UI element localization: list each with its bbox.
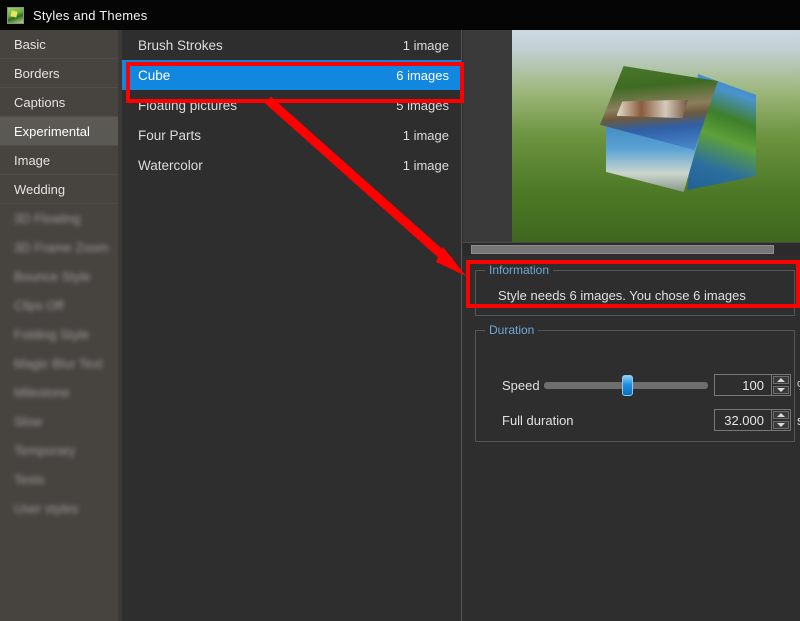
window-title: Styles and Themes xyxy=(33,7,148,23)
chevron-up-icon xyxy=(777,413,785,417)
style-list-row[interactable]: Floating pictures 5 images xyxy=(122,90,461,120)
sidebar-item-label: Borders xyxy=(14,65,60,81)
style-image-count: 1 image xyxy=(402,127,449,143)
preview-cube-graphic xyxy=(598,64,758,194)
full-duration-decrement-button[interactable] xyxy=(773,421,789,429)
style-name: Four Parts xyxy=(138,127,202,143)
chevron-down-icon xyxy=(777,423,785,427)
sidebar-item-label: Bounce Style xyxy=(14,268,91,284)
style-list-row[interactable]: Brush Strokes 1 image xyxy=(122,30,461,60)
titlebar: Styles and Themes xyxy=(0,0,800,30)
sidebar-item-bounce-style[interactable]: Bounce Style xyxy=(0,262,122,291)
sidebar-item-3d-frame-zoom[interactable]: 3D Frame Zoom xyxy=(0,233,122,262)
style-name: Watercolor xyxy=(138,157,203,173)
sidebar-item-folding-style[interactable]: Folding Style xyxy=(0,320,122,349)
sidebar-item-label: Image xyxy=(14,152,51,168)
styles-and-themes-window: Styles and Themes Basic Borders Captions Ex… xyxy=(0,0,800,621)
sidebar-item-label: Wedding xyxy=(14,181,66,197)
style-image-count: 1 image xyxy=(402,157,449,173)
speed-decrement-button[interactable] xyxy=(773,386,789,394)
speed-increment-button[interactable] xyxy=(773,376,789,384)
category-sidebar[interactable]: Basic Borders Captions Experimental Image Wed… xyxy=(0,30,122,621)
speed-slider[interactable] xyxy=(544,375,708,396)
sidebar-item-captions[interactable]: Captions xyxy=(0,88,122,117)
sidebar-item-label: Folding Style xyxy=(14,326,90,342)
information-message: Style needs 6 images. You chose 6 images xyxy=(498,288,746,303)
chevron-up-icon xyxy=(777,378,785,382)
sidebar-item-label: Basic xyxy=(14,36,46,52)
sidebar-item-borders[interactable]: Borders xyxy=(0,59,122,88)
speed-slider-thumb[interactable] xyxy=(622,375,633,396)
speed-label: Speed xyxy=(502,378,540,393)
sidebar-item-label: User styles xyxy=(14,500,79,516)
sidebar-item-magic-blur-text[interactable]: Magic Blur Text xyxy=(0,349,122,378)
sidebar-item-wedding[interactable]: Wedding xyxy=(0,175,122,204)
full-duration-increment-button[interactable] xyxy=(773,411,789,419)
sidebar-item-temporary[interactable]: Temporary xyxy=(0,436,122,465)
chevron-down-icon xyxy=(777,388,785,392)
sidebar-item-image[interactable]: Image xyxy=(0,146,122,175)
sidebar-item-label: 3D Frame Zoom xyxy=(14,239,109,255)
sidebar-item-milestone[interactable]: Milestone xyxy=(0,378,122,407)
sidebar-item-label: Captions xyxy=(14,94,66,110)
speed-stepper[interactable]: 100 xyxy=(714,374,791,396)
style-list-row[interactable]: Watercolor 1 image xyxy=(122,150,461,180)
style-image-count: 1 image xyxy=(402,37,449,53)
sidebar-item-clips-off[interactable]: Clips Off xyxy=(0,291,122,320)
style-image-count: 6 images xyxy=(396,67,449,83)
information-legend: Information xyxy=(485,263,554,277)
sidebar-item-label: 3D Floating xyxy=(14,210,81,226)
style-list-row[interactable]: Four Parts 1 image xyxy=(122,120,461,150)
duration-group: Duration Speed 100 % Full duration 32.00… xyxy=(475,323,800,442)
sidebar-item-3d-floating[interactable]: 3D Floating xyxy=(0,204,122,233)
sidebar-item-experimental[interactable]: Experimental xyxy=(0,117,122,146)
full-duration-label: Full duration xyxy=(502,413,574,428)
preview-horizontal-scrollbar[interactable] xyxy=(463,242,800,256)
sidebar-item-label: Temporary xyxy=(14,442,76,458)
duration-legend: Duration xyxy=(485,323,539,337)
style-name: Brush Strokes xyxy=(138,37,223,53)
speed-value[interactable]: 100 xyxy=(715,378,771,393)
sidebar-item-label: Experimental xyxy=(14,123,90,139)
style-image-count: 5 images xyxy=(396,97,449,113)
full-duration-stepper[interactable]: 32.000 xyxy=(714,409,791,431)
sidebar-item-label: Slow xyxy=(14,413,43,429)
information-group: Information Style needs 6 images. You ch… xyxy=(475,263,795,316)
style-preview[interactable] xyxy=(463,30,800,242)
style-name: Cube xyxy=(138,67,171,83)
full-duration-stepper-buttons[interactable] xyxy=(771,410,790,430)
sidebar-item-label: Milestone xyxy=(14,384,70,400)
style-details-panel: Information Style needs 6 images. You ch… xyxy=(463,30,800,621)
sidebar-item-slow[interactable]: Slow xyxy=(0,407,122,436)
speed-stepper-buttons[interactable] xyxy=(771,375,790,395)
style-name: Floating pictures xyxy=(138,97,238,113)
sidebar-item-label: Magic Blur Text xyxy=(14,355,103,371)
sidebar-item-user-styles[interactable]: User styles xyxy=(0,494,122,523)
sidebar-item-label: Tests xyxy=(14,471,45,487)
sidebar-item-tests[interactable]: Tests xyxy=(0,465,122,494)
sidebar-item-label: Clips Off xyxy=(14,297,64,313)
picture-style-icon xyxy=(7,6,24,24)
preview-stage xyxy=(512,30,800,242)
styles-list-panel[interactable]: Brush Strokes 1 image Cube 6 images Floating… xyxy=(122,30,462,621)
full-duration-value[interactable]: 32.000 xyxy=(715,413,771,428)
sidebar-item-basic[interactable]: Basic xyxy=(0,30,122,59)
preview-scrollbar-thumb[interactable] xyxy=(471,245,774,254)
style-list-row[interactable]: Cube 6 images xyxy=(122,60,461,90)
